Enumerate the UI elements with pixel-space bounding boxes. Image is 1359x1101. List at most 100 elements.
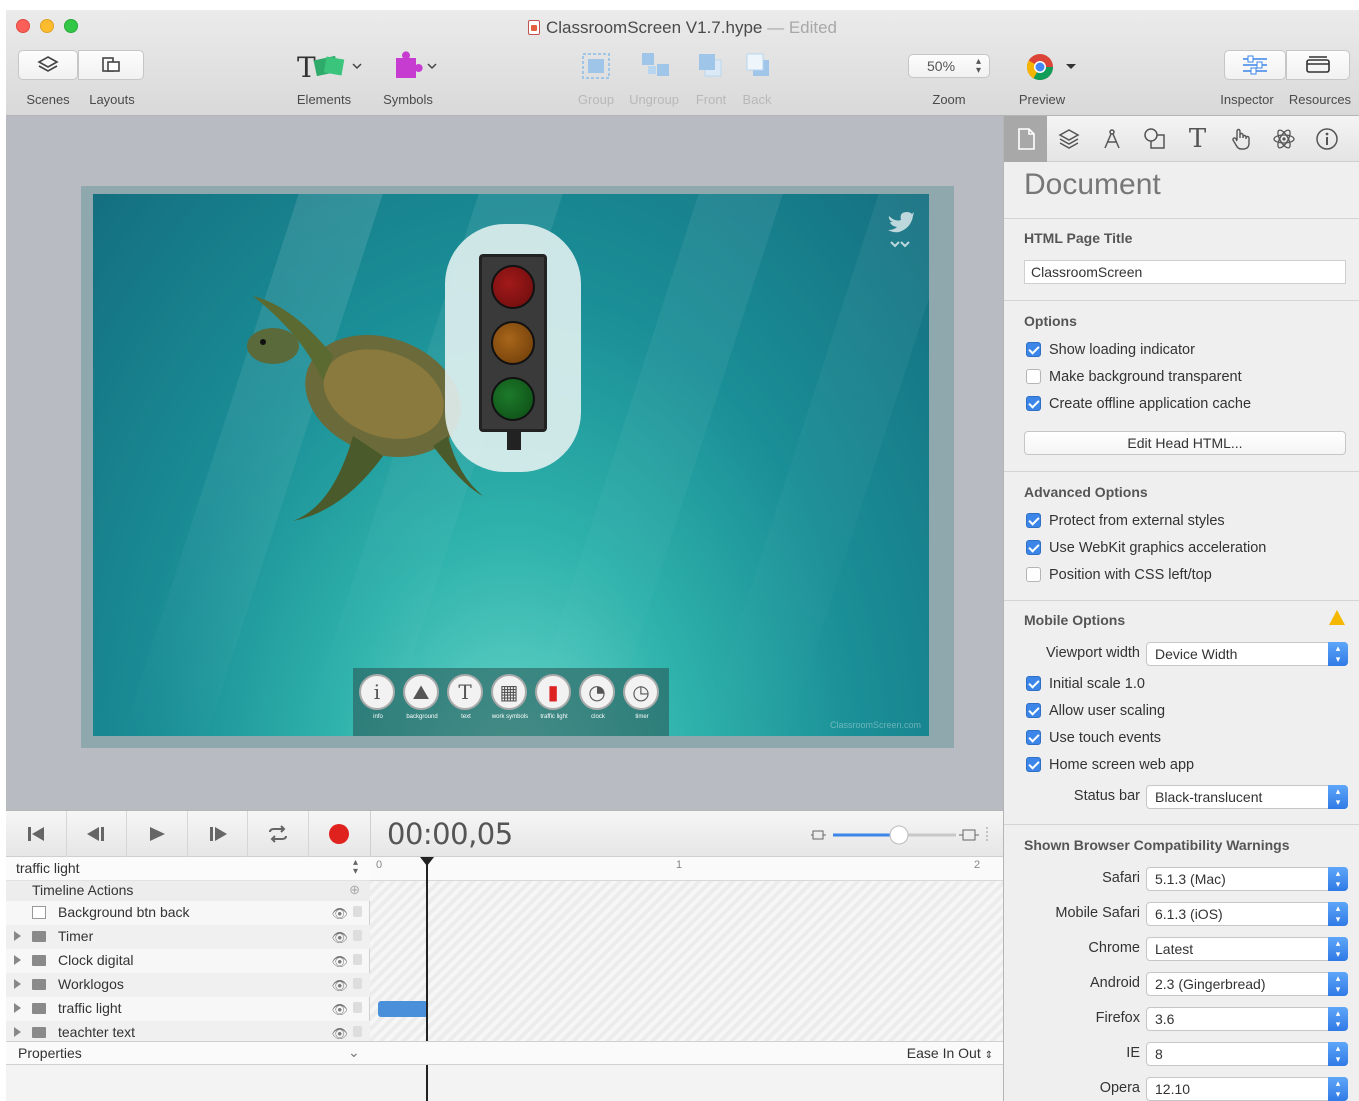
play-button[interactable]	[127, 811, 188, 857]
transparent-background-checkbox[interactable]: Make background transparent	[1026, 369, 1242, 389]
status-bar-popup[interactable]: Black-translucent ▴ ▾	[1146, 785, 1348, 809]
disclosure-triangle-icon[interactable]	[14, 979, 21, 989]
preview-button[interactable]	[1024, 50, 1080, 84]
red-light[interactable]	[491, 265, 535, 309]
safari-version-popup[interactable]: 5.1.3 (Mac) ▴ ▾	[1146, 867, 1348, 891]
add-action-icon[interactable]: ⊕	[349, 882, 360, 898]
html-page-title-field[interactable]: ClassroomScreen	[1024, 260, 1346, 284]
actions-tab[interactable]	[1219, 116, 1262, 162]
dock-item-background[interactable]: ⛰ background	[403, 674, 441, 720]
go-to-start-button[interactable]	[6, 811, 67, 857]
keyframe-bar[interactable]	[378, 1001, 428, 1017]
scene-tab[interactable]	[1047, 116, 1090, 162]
chrome-version-popup[interactable]: Latest ▴ ▾	[1146, 937, 1348, 961]
dock-item-clock[interactable]: ◔ clock	[579, 674, 617, 720]
ungroup-button[interactable]	[638, 50, 674, 84]
inspector-button[interactable]	[1224, 50, 1286, 80]
scene-canvas[interactable]: i info ⛰ background T text ▦ work symbol…	[6, 116, 1003, 810]
eye-icon[interactable]: 👁	[331, 930, 348, 946]
checkbox[interactable]	[1026, 369, 1041, 384]
disclosure-triangle-icon[interactable]	[14, 1003, 21, 1013]
resources-button[interactable]	[1286, 50, 1350, 80]
show-loading-indicator-checkbox[interactable]: Show loading indicator	[1026, 342, 1195, 362]
timeline-actions-row[interactable]: Timeline Actions ⊕	[6, 881, 370, 901]
checkbox[interactable]	[1026, 342, 1041, 357]
twitter-icon[interactable]	[885, 208, 915, 250]
send-back-button[interactable]	[742, 50, 776, 84]
checkbox[interactable]	[1026, 676, 1041, 691]
checkbox[interactable]	[1026, 513, 1041, 528]
css-left-top-checkbox[interactable]: Position with CSS left/top	[1026, 567, 1212, 587]
physics-tab[interactable]	[1262, 116, 1305, 162]
checkbox[interactable]	[1026, 567, 1041, 582]
touch-events-checkbox[interactable]: Use touch events	[1026, 730, 1161, 750]
dock-item-info[interactable]: i info	[359, 674, 397, 720]
webkit-acceleration-checkbox[interactable]: Use WebKit graphics acceleration	[1026, 540, 1266, 560]
playhead-handle-icon[interactable]	[420, 857, 434, 867]
eye-icon[interactable]: 👁	[331, 978, 348, 994]
layer-row[interactable]: Worklogos 👁	[6, 973, 370, 997]
timecode-display[interactable]: 00:00,05	[387, 817, 513, 851]
disclosure-triangle-icon[interactable]	[14, 931, 21, 941]
android-version-popup[interactable]: 2.3 (Gingerbread) ▴ ▾	[1146, 972, 1348, 996]
edit-head-html-button[interactable]: Edit Head HTML...	[1024, 431, 1346, 455]
layer-row[interactable]: Timer 👁	[6, 925, 370, 949]
eye-icon[interactable]: 👁	[331, 906, 348, 922]
ie-version-popup[interactable]: 8 ▴ ▾	[1146, 1042, 1348, 1066]
home-screen-app-checkbox[interactable]: Home screen web app	[1026, 757, 1194, 777]
elements-button[interactable]: T	[290, 50, 366, 84]
firefox-version-popup[interactable]: 3.6 ▴ ▾	[1146, 1007, 1348, 1031]
opera-version-popup[interactable]: 12.10 ▴ ▾	[1146, 1077, 1348, 1101]
mobile-safari-version-popup[interactable]: 6.1.3 (iOS) ▴ ▾	[1146, 902, 1348, 926]
layer-row[interactable]: traffic light 👁	[6, 997, 370, 1021]
lock-icon[interactable]	[353, 930, 362, 941]
lock-icon[interactable]	[353, 1026, 362, 1037]
bring-front-button[interactable]	[694, 50, 728, 84]
layouts-button[interactable]	[78, 50, 144, 80]
scene-background-underwater[interactable]: i info ⛰ background T text ▦ work symbol…	[93, 194, 929, 736]
traffic-light-widget[interactable]	[445, 224, 581, 472]
disclosure-triangle-icon[interactable]	[14, 955, 21, 965]
protect-styles-checkbox[interactable]: Protect from external styles	[1026, 513, 1225, 533]
lock-icon[interactable]	[353, 978, 362, 989]
timeline-zoom-slider[interactable]	[811, 825, 991, 845]
lock-icon[interactable]	[353, 906, 362, 917]
eye-icon[interactable]: 👁	[331, 954, 348, 970]
symbols-button[interactable]	[390, 50, 440, 84]
zoom-stepper[interactable]: 50% ▴ ▾	[908, 54, 990, 78]
scenes-button[interactable]	[18, 50, 78, 80]
offline-cache-checkbox[interactable]: Create offline application cache	[1026, 396, 1251, 416]
disclosure-triangle-icon[interactable]	[14, 1027, 21, 1037]
lock-icon[interactable]	[353, 954, 362, 965]
amber-light[interactable]	[491, 321, 535, 365]
record-button[interactable]	[309, 811, 370, 857]
dock-item-text[interactable]: T text	[447, 674, 485, 720]
group-button[interactable]	[578, 50, 614, 84]
metrics-tab[interactable]	[1090, 116, 1133, 162]
warning-icon[interactable]	[1329, 610, 1345, 625]
easing-popup[interactable]: Ease In Out ⇕	[907, 1045, 993, 1061]
lock-icon[interactable]	[353, 1002, 362, 1013]
properties-label[interactable]: Properties	[18, 1045, 82, 1061]
dock-item-work-symbols[interactable]: ▦ work symbols	[491, 674, 529, 720]
layer-row[interactable]: Clock digital 👁	[6, 949, 370, 973]
eye-icon[interactable]: 👁	[331, 1026, 348, 1042]
timeline-selector[interactable]: traffic light ▴ ▾	[6, 857, 370, 881]
step-forward-button[interactable]	[188, 811, 249, 857]
chevron-down-icon[interactable]: ⌄	[348, 1044, 360, 1061]
checkbox[interactable]	[1026, 703, 1041, 718]
checkbox[interactable]	[1026, 730, 1041, 745]
identity-tab[interactable]	[1305, 116, 1348, 162]
dock-item-traffic-light[interactable]: ▮ traffic light	[535, 674, 573, 720]
step-back-button[interactable]	[67, 811, 128, 857]
user-scaling-checkbox[interactable]: Allow user scaling	[1026, 703, 1165, 723]
timeline-tracks[interactable]: 0 1 2	[370, 857, 1003, 1101]
viewport-width-popup[interactable]: Device Width ▴ ▾	[1146, 642, 1348, 666]
checkbox[interactable]	[1026, 757, 1041, 772]
loop-button[interactable]	[248, 811, 309, 857]
time-ruler[interactable]: 0 1 2	[370, 857, 1003, 881]
initial-scale-checkbox[interactable]: Initial scale 1.0	[1026, 676, 1145, 696]
element-tab[interactable]	[1133, 116, 1176, 162]
checkbox[interactable]	[1026, 540, 1041, 555]
green-light[interactable]	[491, 377, 535, 421]
